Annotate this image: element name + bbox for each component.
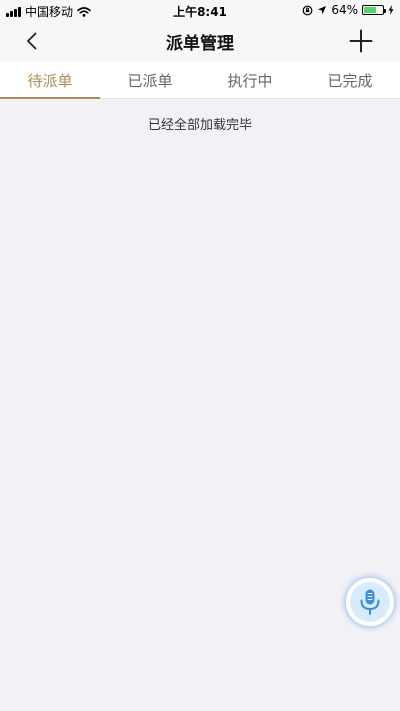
orientation-lock-icon: [302, 5, 313, 15]
tab-bar: 待派单 已派单 执行中 已完成: [0, 62, 400, 99]
status-bar: 中国移动 上午8:41 64%: [0, 0, 400, 20]
chevron-left-icon: [27, 32, 37, 50]
tab-completed[interactable]: 已完成: [300, 62, 400, 98]
navigation-bar: 派单管理: [0, 20, 400, 62]
tab-pending-dispatch[interactable]: 待派单: [0, 62, 100, 99]
add-button[interactable]: [346, 26, 376, 56]
battery-icon: [362, 5, 386, 15]
back-button[interactable]: [20, 29, 44, 53]
charging-icon: [388, 5, 394, 15]
plus-icon: [349, 29, 373, 53]
order-list[interactable]: 已经全部加载完毕: [0, 99, 400, 711]
location-icon: [318, 6, 327, 14]
page-title: 派单管理: [166, 33, 234, 54]
battery-fill: [364, 7, 376, 13]
tab-label: 执行中: [227, 71, 273, 90]
tab-label: 已派单: [127, 71, 173, 90]
battery-percent: 64%: [331, 3, 358, 17]
header: 中国移动 上午8:41 64% 派单管理: [0, 0, 400, 62]
voice-button-inner: [350, 582, 390, 622]
tab-label: 已完成: [327, 71, 373, 90]
tab-label: 待派单: [27, 71, 73, 90]
tab-in-progress[interactable]: 执行中: [200, 62, 300, 98]
voice-input-button[interactable]: [345, 577, 395, 627]
load-complete-message: 已经全部加载完毕: [147, 118, 252, 133]
microphone-icon: [360, 589, 380, 615]
tab-dispatched[interactable]: 已派单: [100, 62, 200, 98]
status-right: 64%: [302, 3, 394, 17]
